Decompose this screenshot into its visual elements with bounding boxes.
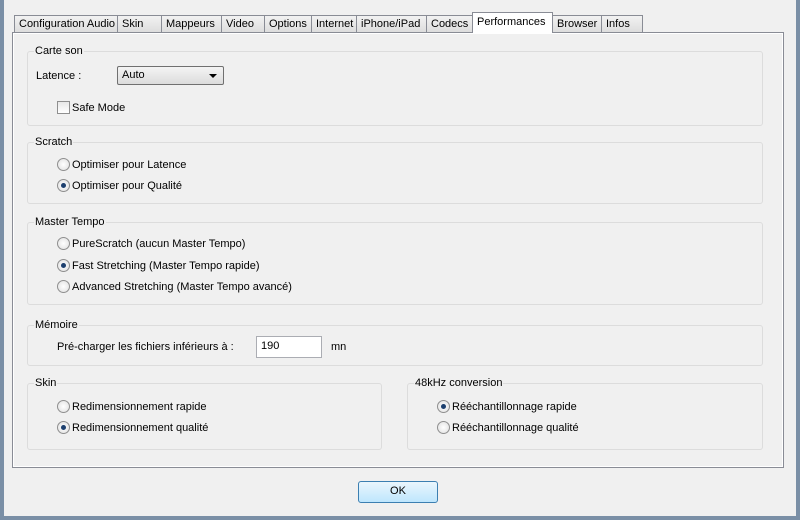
- radio-label[interactable]: Rééchantillonnage rapide: [452, 401, 577, 413]
- radio-purescratch[interactable]: [57, 237, 70, 250]
- tab-configuration-audio[interactable]: Configuration Audio: [14, 15, 118, 33]
- chevron-down-icon: [209, 74, 217, 78]
- tab-infos[interactable]: Infos: [601, 15, 643, 33]
- group-title: Carte son: [34, 45, 84, 57]
- preload-label: Pré-charger les fichiers inférieurs à :: [57, 341, 234, 353]
- radio-redim-rapide[interactable]: [57, 400, 70, 413]
- radio-label[interactable]: Redimensionnement rapide: [72, 401, 207, 413]
- radio-redim-qualite[interactable]: [57, 421, 70, 434]
- radio-reechantillonnage-qualite[interactable]: [437, 421, 450, 434]
- group-title: Skin: [34, 377, 58, 389]
- radio-label[interactable]: Advanced Stretching (Master Tempo avancé…: [72, 281, 292, 293]
- safe-mode-label[interactable]: Safe Mode: [72, 102, 125, 114]
- tab-iphone-ipad[interactable]: iPhone/iPad: [356, 15, 427, 33]
- radio-fast-stretching[interactable]: [57, 259, 70, 272]
- radio-label[interactable]: Fast Stretching (Master Tempo rapide): [72, 260, 259, 272]
- group-title: Master Tempo: [34, 216, 106, 228]
- safe-mode-checkbox[interactable]: [57, 101, 70, 114]
- radio-label[interactable]: PureScratch (aucun Master Tempo): [72, 238, 245, 250]
- radio-label[interactable]: Rééchantillonnage qualité: [452, 422, 579, 434]
- latence-value: Auto: [122, 69, 145, 81]
- tab-codecs[interactable]: Codecs: [426, 15, 473, 33]
- group-carte-son: Carte son: [27, 45, 763, 126]
- latence-label: Latence :: [36, 70, 82, 82]
- group-scratch: Scratch: [27, 136, 763, 204]
- tab-mappeurs[interactable]: Mappeurs: [161, 15, 222, 33]
- group-title: Scratch: [34, 136, 74, 148]
- latence-dropdown[interactable]: Auto: [117, 66, 224, 85]
- tab-internet[interactable]: Internet: [311, 15, 357, 33]
- group-title: 48kHz conversion: [414, 377, 504, 389]
- radio-optimiser-qualite[interactable]: [57, 179, 70, 192]
- tab-skin[interactable]: Skin: [117, 15, 162, 33]
- ok-button[interactable]: OK: [358, 481, 438, 503]
- group-title: Mémoire: [34, 319, 79, 331]
- tab-options[interactable]: Options: [264, 15, 312, 33]
- radio-optimiser-latence[interactable]: [57, 158, 70, 171]
- radio-label[interactable]: Optimiser pour Latence: [72, 159, 186, 171]
- radio-reechantillonnage-rapide[interactable]: [437, 400, 450, 413]
- tab-performances[interactable]: Performances: [472, 12, 553, 33]
- radio-label[interactable]: Redimensionnement qualité: [72, 422, 208, 434]
- radio-label[interactable]: Optimiser pour Qualité: [72, 180, 182, 192]
- group-48khz-conversion: 48kHz conversion: [407, 377, 763, 450]
- tab-video[interactable]: Video: [221, 15, 265, 33]
- radio-advanced-stretching[interactable]: [57, 280, 70, 293]
- group-skin: Skin: [27, 377, 382, 450]
- preload-unit: mn: [331, 341, 347, 353]
- tab-browser[interactable]: Browser: [552, 15, 602, 33]
- preload-input[interactable]: 190: [256, 336, 322, 358]
